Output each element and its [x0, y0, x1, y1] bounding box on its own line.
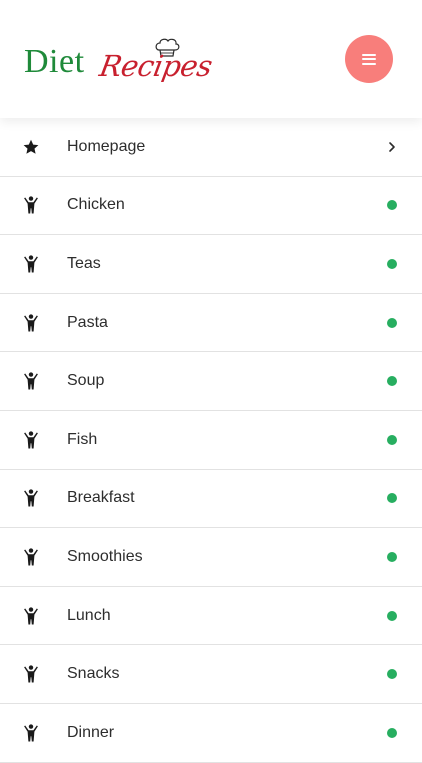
hamburger-menu-icon: [362, 53, 376, 65]
menu-item-label: Dinner: [67, 723, 115, 741]
person-icon: [24, 431, 38, 449]
person-icon: [24, 255, 38, 273]
person-icon: [24, 196, 38, 214]
menu-item-breakfast[interactable]: Breakfast: [0, 470, 422, 529]
person-icon: [24, 606, 38, 625]
menu-item-label: Breakfast: [67, 489, 135, 507]
status-dot: [387, 200, 397, 211]
status-dot: [387, 258, 397, 269]
menu-item-pasta[interactable]: Pasta: [0, 294, 422, 353]
person-icon: [24, 665, 38, 683]
menu-item-dinner[interactable]: Dinner: [0, 704, 422, 763]
status-dot: [387, 727, 397, 738]
menu-item-lunch[interactable]: Lunch: [0, 587, 422, 646]
menu-item-label: Chicken: [67, 196, 125, 214]
status-dot: [387, 317, 397, 328]
app-header: Diet Recipes: [0, 0, 422, 118]
menu-item-homepage[interactable]: Homepage: [0, 118, 422, 177]
menu-item-soup[interactable]: Soup: [0, 352, 422, 411]
logo-word-diet: Diet: [24, 43, 85, 80]
menu-item-smoothies[interactable]: Smoothies: [0, 528, 422, 587]
menu-item-label: Snacks: [67, 665, 120, 683]
status-dot: [387, 610, 397, 621]
menu-item-label: Teas: [67, 254, 101, 272]
logo-word-recipes: Recipes: [97, 49, 215, 83]
menu-item-label: Homepage: [67, 137, 146, 155]
star-icon: [23, 139, 39, 154]
status-dot: [387, 551, 397, 562]
hamburger-menu-button[interactable]: [345, 35, 393, 83]
person-icon: [24, 372, 38, 390]
status-dot: [387, 376, 397, 387]
menu-item-chicken[interactable]: Chicken: [0, 177, 422, 236]
menu-item-fish[interactable]: Fish: [0, 411, 422, 470]
menu-item-label: Pasta: [67, 313, 108, 331]
site-logo[interactable]: Diet Recipes: [24, 38, 215, 88]
menu-item-label: Soup: [67, 372, 105, 390]
status-dot: [387, 669, 397, 680]
menu-item-label: Smoothies: [67, 547, 143, 565]
person-icon: [24, 489, 38, 507]
status-dot: [387, 493, 397, 504]
menu-item-teas[interactable]: Teas: [0, 235, 422, 294]
chevron-right-icon: [389, 141, 395, 152]
person-icon: [24, 313, 38, 332]
menu-item-label: Fish: [67, 430, 98, 448]
menu-item-snacks[interactable]: Snacks: [0, 645, 422, 704]
menu-item-label: Lunch: [67, 606, 111, 624]
person-icon: [24, 548, 38, 566]
person-icon: [24, 724, 38, 742]
navigation-menu: Homepage Chicken Teas Pasta Soup Fish Breakfas…: [0, 118, 422, 763]
status-dot: [387, 434, 397, 445]
